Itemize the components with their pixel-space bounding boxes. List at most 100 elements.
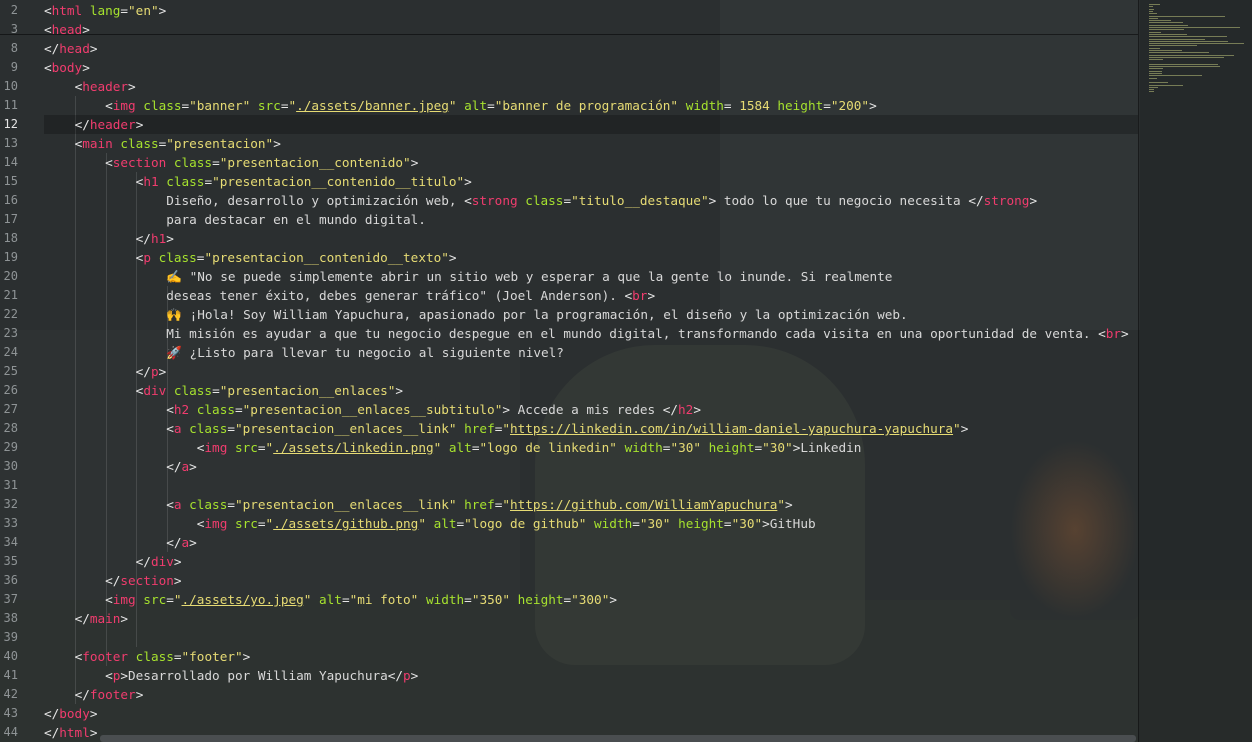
code-token: height — [510, 592, 564, 607]
code-token: < — [44, 22, 52, 37]
line-number: 36 — [3, 573, 18, 587]
code-line[interactable]: </a> — [44, 533, 197, 552]
code-token: > — [189, 535, 197, 550]
code-token: </ — [44, 725, 60, 740]
code-token: = — [754, 440, 763, 455]
code-line[interactable]: <a class="presentacion__enlaces__link" h… — [44, 419, 968, 438]
code-token: br — [632, 288, 648, 303]
code-token: = — [823, 98, 831, 113]
line-number: 19 — [3, 250, 18, 264]
code-line[interactable]: <html lang="en"> — [44, 1, 166, 20]
code-token: https://linkedin.com/in/william-daniel-y… — [510, 421, 954, 436]
code-line[interactable]: <img src="./assets/linkedin.png" alt="lo… — [44, 438, 862, 457]
code-token: = — [464, 592, 472, 607]
code-line[interactable]: 🙌 ¡Hola! Soy William Yapuchura, apasiona… — [44, 305, 907, 324]
code-token: > — [120, 611, 129, 626]
code-token: > — [647, 288, 656, 303]
minimap-line — [1149, 36, 1227, 38]
code-token: < — [464, 193, 472, 208]
minimap-line — [1149, 31, 1161, 33]
code-line[interactable]: </p> — [44, 362, 167, 381]
code-token: "30" — [731, 516, 763, 531]
code-line[interactable]: <h2 class="presentacion__enlaces__subtit… — [44, 400, 701, 419]
code-line[interactable]: ✍️ "No se puede simplemente abrir un sit… — [44, 267, 892, 286]
code-line[interactable]: <main class="presentacion"> — [44, 134, 281, 153]
code-token: a — [173, 421, 182, 436]
code-token: > — [135, 687, 144, 702]
code-line[interactable]: <p>Desarrollado por William Yapuchura</p… — [44, 666, 418, 685]
code-token: "en" — [128, 3, 159, 18]
code-line[interactable]: <img class="banner" src="./assets/banner… — [44, 96, 877, 115]
code-line[interactable]: </h1> — [44, 229, 174, 248]
line-number: 10 — [3, 79, 18, 93]
minimap-line — [1149, 40, 1229, 42]
code-token: height — [701, 440, 755, 455]
code-line[interactable]: <section class="presentacion__contenido"… — [44, 153, 418, 172]
line-number: 21 — [3, 288, 18, 302]
code-line[interactable]: </html> — [44, 723, 97, 742]
code-line[interactable]: para destacar en el mundo digital. — [44, 210, 426, 229]
code-line[interactable]: <img src="./assets/github.png" alt="logo… — [44, 514, 816, 533]
code-token: </ — [44, 41, 60, 56]
code-line[interactable]: </div> — [44, 552, 182, 571]
code-token: href — [456, 497, 495, 512]
code-token: > — [1029, 193, 1038, 208]
code-token: main — [89, 611, 121, 626]
code-line[interactable]: <img src="./assets/yo.jpeg" alt="mi foto… — [44, 590, 617, 609]
horizontal-scrollbar[interactable] — [100, 735, 1136, 742]
code-line[interactable]: <header> — [44, 77, 136, 96]
code-token: href — [456, 421, 495, 436]
line-number: 3 — [10, 22, 18, 36]
code-line[interactable]: </footer> — [44, 685, 144, 704]
code-token: strong — [983, 193, 1030, 208]
code-line[interactable]: <footer class="footer"> — [44, 647, 251, 666]
code-token: "mi foto" — [349, 592, 419, 607]
code-token: > — [410, 155, 419, 170]
code-line[interactable]: <p class="presentacion__contenido__texto… — [44, 248, 457, 267]
code-token: section — [120, 573, 174, 588]
code-line[interactable]: <a class="presentacion__enlaces__link" h… — [44, 495, 792, 514]
code-token: </ — [135, 554, 151, 569]
code-line[interactable]: 🚀 ¿Listo para llevar tu negocio al sigui… — [44, 343, 564, 362]
code-line[interactable]: <h1 class="presentacion__contenido__titu… — [44, 172, 472, 191]
code-token: div — [143, 383, 167, 398]
code-line[interactable]: <head> — [44, 20, 90, 39]
code-editor[interactable]: <html lang="en"> <head> </head> <body> <hea… — [44, 0, 1138, 742]
code-token: alt — [441, 440, 472, 455]
code-token: </ — [44, 706, 60, 721]
line-number: 29 — [3, 440, 18, 454]
code-line[interactable]: </a> — [44, 457, 197, 476]
code-token: class — [112, 136, 159, 151]
code-line[interactable]: </body> — [44, 704, 97, 723]
code-line[interactable]: </header> — [44, 115, 144, 134]
minimap-line — [1149, 45, 1197, 47]
code-token: > — [128, 79, 136, 94]
code-token: a — [181, 535, 190, 550]
code-token: width — [616, 440, 663, 455]
code-line[interactable]: Diseño, desarrollo y optimización web, <… — [44, 191, 1037, 210]
code-line[interactable]: <body> — [44, 58, 90, 77]
code-line[interactable]: Mi misión es ayudar a que tu negocio des… — [44, 324, 1128, 343]
code-token: strong — [471, 193, 518, 208]
code-line[interactable]: deseas tener éxito, debes generar tráfic… — [44, 286, 655, 305]
code-token: = — [212, 155, 220, 170]
minimap-line — [1149, 43, 1244, 45]
code-token: class — [166, 155, 213, 170]
code-token: </ — [387, 668, 404, 683]
code-token: "200" — [830, 98, 870, 113]
line-number: 38 — [3, 611, 18, 625]
code-token: > — [410, 668, 419, 683]
code-token: > — [82, 22, 90, 37]
code-line[interactable]: </main> — [44, 609, 128, 628]
code-line[interactable]: </head> — [44, 39, 97, 58]
code-line[interactable]: </section> — [44, 571, 181, 590]
minimap[interactable] — [1138, 0, 1252, 742]
code-token: 🚀 ¿Listo para llevar tu negocio al sigui… — [44, 345, 564, 360]
code-line[interactable]: <div class="presentacion__enlaces"> — [44, 381, 403, 400]
code-token: </ — [74, 117, 90, 132]
minimap-line — [1149, 15, 1226, 17]
